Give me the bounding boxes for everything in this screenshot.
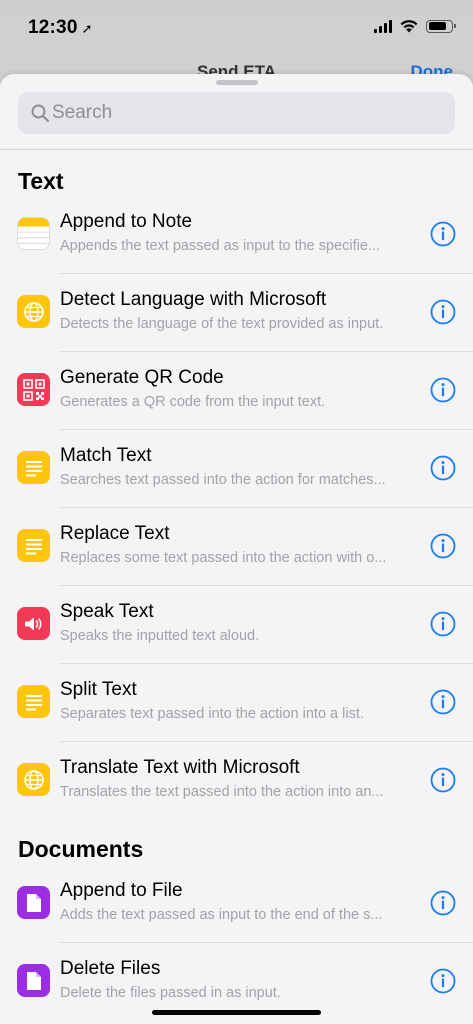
info-icon[interactable] (430, 455, 456, 481)
action-subtitle: Searches text passed into the action for… (60, 472, 386, 488)
text-lines-icon (17, 451, 50, 484)
status-time: 12:30 ➚ (28, 17, 93, 39)
section-header-documents: Documents (18, 836, 144, 862)
search-icon (31, 104, 50, 123)
action-row-detect-language[interactable]: Detect Language with Microsoft Detects t… (0, 274, 473, 352)
battery-icon (426, 19, 456, 33)
action-row-generate-qr-code[interactable]: Generate QR Code Generates a QR code fro… (0, 352, 473, 430)
action-title: Append to Note (60, 211, 193, 232)
action-title: Translate Text with Microsoft (60, 757, 300, 778)
action-title: Generate QR Code (60, 367, 224, 388)
document-icon (17, 964, 50, 997)
globe-icon (17, 763, 50, 796)
action-title: Detect Language with Microsoft (60, 289, 327, 310)
action-row-split-text[interactable]: Split Text Separates text passed into th… (0, 664, 473, 742)
action-row-append-to-file[interactable]: Append to File Adds the text passed as i… (0, 865, 473, 943)
action-subtitle: Replaces some text passed into the actio… (60, 550, 387, 566)
action-subtitle: Detects the language of the text provide… (60, 316, 384, 332)
text-lines-icon (17, 529, 50, 562)
action-row-append-to-note[interactable]: Append to Note Appends the text passed a… (0, 196, 473, 274)
action-row-speak-text[interactable]: Speak Text Speaks the inputted text alou… (0, 586, 473, 664)
info-icon[interactable] (430, 689, 456, 715)
action-title: Replace Text (60, 523, 170, 544)
cellular-signal-icon (374, 19, 392, 33)
status-bar: 12:30 ➚ (0, 0, 473, 56)
status-indicators (374, 19, 456, 33)
location-arrow-icon: ➚ (81, 21, 93, 36)
action-row-replace-text[interactable]: Replace Text Replaces some text passed i… (0, 508, 473, 586)
action-row-match-text[interactable]: Match Text Searches text passed into the… (0, 430, 473, 508)
action-subtitle: Adds the text passed as input to the end… (60, 907, 383, 923)
qr-code-icon (17, 373, 50, 406)
info-icon[interactable] (430, 377, 456, 403)
sheet-grabber[interactable] (216, 80, 258, 85)
document-icon (17, 886, 50, 919)
action-row-translate-text[interactable]: Translate Text with Microsoft Translates… (0, 742, 473, 820)
status-time-label: 12:30 (28, 17, 78, 38)
search-divider (0, 149, 473, 150)
info-icon[interactable] (430, 767, 456, 793)
text-lines-icon (17, 685, 50, 718)
action-title: Append to File (60, 880, 183, 901)
action-title: Split Text (60, 679, 137, 700)
action-picker-sheet: Text Append to Note Appends the text pas… (0, 74, 473, 1024)
action-title: Delete Files (60, 958, 161, 979)
globe-icon (17, 295, 50, 328)
info-icon[interactable] (430, 533, 456, 559)
wifi-icon (400, 20, 418, 33)
action-subtitle: Appends the text passed as input to the … (60, 238, 381, 254)
info-icon[interactable] (430, 221, 456, 247)
info-icon[interactable] (430, 890, 456, 916)
search-bar[interactable] (18, 92, 455, 134)
action-title: Speak Text (60, 601, 154, 622)
search-input[interactable] (52, 92, 442, 134)
action-subtitle: Separates text passed into the action in… (60, 706, 364, 722)
action-subtitle: Speaks the inputted text aloud. (60, 628, 260, 644)
info-icon[interactable] (430, 611, 456, 637)
action-subtitle: Translates the text passed into the acti… (60, 784, 384, 800)
action-subtitle: Generates a QR code from the input text. (60, 394, 326, 410)
action-subtitle: Delete the files passed in as input. (60, 985, 281, 1001)
notes-icon (17, 217, 50, 250)
action-title: Match Text (60, 445, 152, 466)
home-indicator[interactable] (152, 1010, 321, 1015)
section-header-text: Text (18, 168, 64, 194)
info-icon[interactable] (430, 968, 456, 994)
speaker-icon (17, 607, 50, 640)
info-icon[interactable] (430, 299, 456, 325)
